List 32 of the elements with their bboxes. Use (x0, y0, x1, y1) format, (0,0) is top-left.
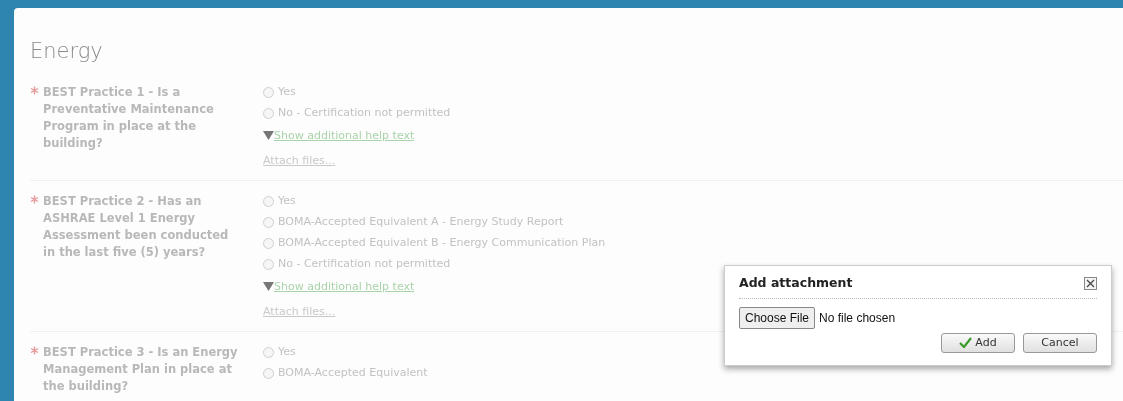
dialog-title: Add attachment (739, 274, 853, 292)
help-text-link[interactable]: Show additional help text (274, 278, 415, 295)
question-label: BEST Practice 1 - Is a Preventative Maintenance Program in place at the building? (43, 83, 215, 152)
file-status: No file chosen (819, 309, 896, 327)
radio-button[interactable] (263, 346, 274, 358)
expand-triangle-icon (263, 131, 274, 141)
radio-button[interactable] (263, 107, 274, 119)
section-title: Energy (30, 38, 104, 65)
option-label: No - Certification not permitted (278, 255, 451, 272)
close-button[interactable] (1084, 276, 1097, 290)
choose-file-button[interactable]: Choose File (739, 306, 816, 329)
question-label: BEST Practice 3 - Is an Energy Management Plan in place at the building? (43, 343, 239, 395)
cancel-button[interactable]: Cancel (1023, 332, 1097, 353)
radio-button[interactable] (263, 86, 274, 98)
help-text-link[interactable]: Show additional help text (274, 127, 415, 144)
option-label: BOMA-Accepted Equivalent (278, 364, 428, 381)
close-icon (1085, 277, 1096, 289)
option-label: BOMA-Accepted Equivalent B - Energy Communication Plan (278, 234, 606, 251)
option-label: Yes (278, 343, 296, 360)
question-label: BEST Practice 2 - Has an ASHRAE Level 1 Energy Assessment been conducted in the last five (5) years? (43, 192, 230, 261)
option-label: Yes (278, 83, 296, 100)
add-button[interactable]: Add (941, 332, 1015, 353)
option-label: Yes (278, 192, 296, 209)
radio-button[interactable] (263, 367, 274, 379)
radio-button[interactable] (263, 216, 274, 228)
checkmark-icon (959, 337, 973, 349)
option-label: No - Certification not permitted (278, 104, 451, 121)
radio-button[interactable] (263, 237, 274, 249)
option-label: BOMA-Accepted Equivalent A - Energy Study Report (278, 213, 564, 230)
radio-button[interactable] (263, 195, 274, 207)
radio-button[interactable] (263, 258, 274, 270)
expand-triangle-icon (263, 282, 274, 292)
